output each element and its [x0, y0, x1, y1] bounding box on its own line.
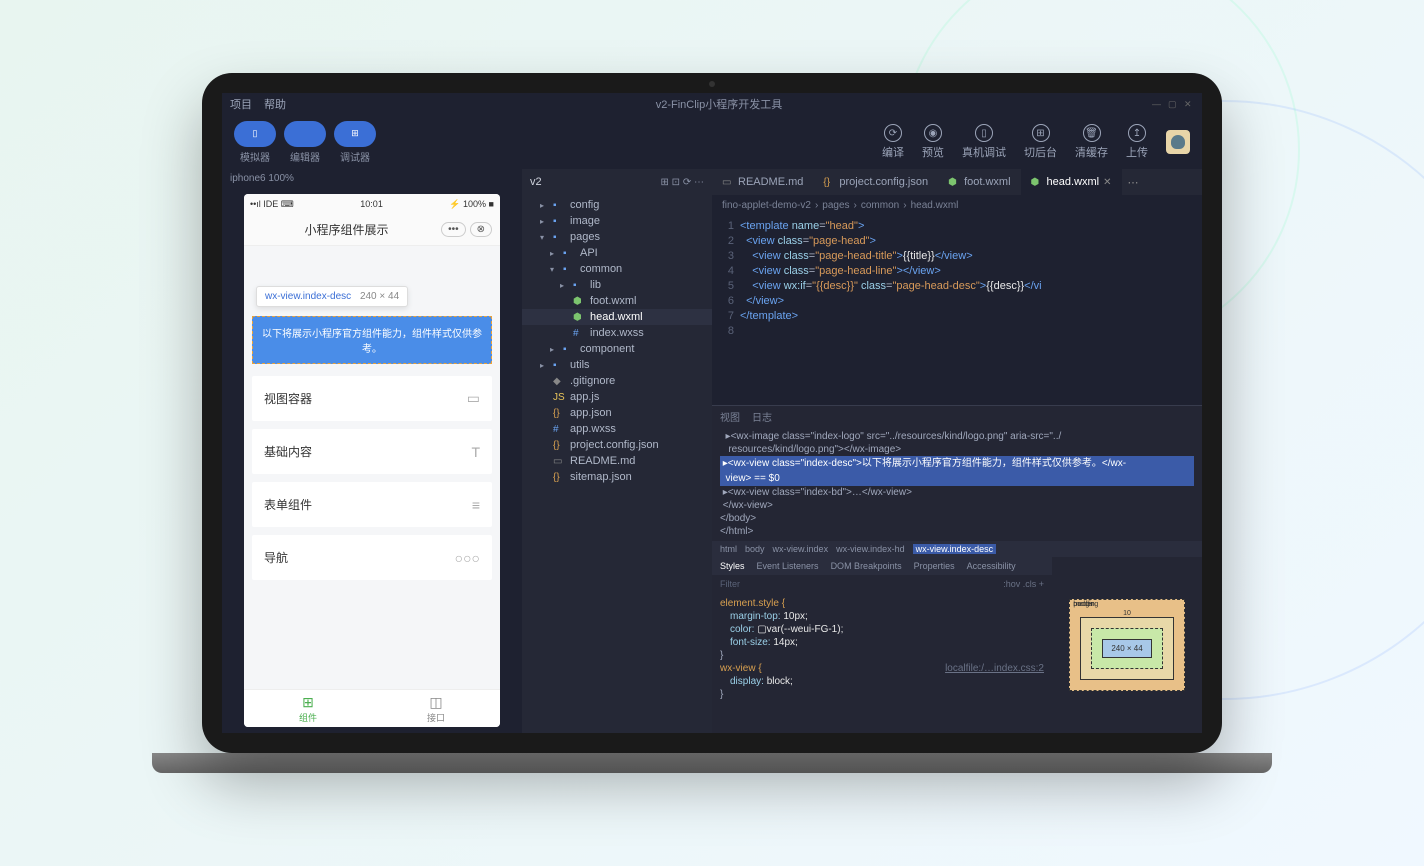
phone-frame: ••ıl IDE ⌨ 10:01 ⚡ 100% ■ 小程序组件展示 ••• ⊗ … [244, 194, 500, 727]
phone-tabbar: ⊞组件◫接口 [244, 689, 500, 727]
dom-breadcrumb[interactable]: htmlbodywx-view.indexwx-view.index-hdwx-… [712, 541, 1202, 557]
mode-button[interactable]: ▯ [234, 121, 276, 147]
capsule-close-button[interactable]: ⊗ [470, 222, 492, 237]
editor-panel: ▭README.md{}project.config.json⬢foot.wxm… [712, 169, 1202, 733]
tree-item[interactable]: ⬢foot.wxml [522, 293, 712, 309]
simulator-list-item[interactable]: 视图容器▭ [252, 376, 492, 421]
tree-item[interactable]: ▸▪config [522, 197, 712, 213]
breadcrumb[interactable]: fino-applet-demo-v2 › pages › common › h… [712, 195, 1202, 215]
tree-item[interactable]: ◆.gitignore [522, 373, 712, 389]
tree-item[interactable]: ▸▪lib [522, 277, 712, 293]
editor-tab[interactable]: ⬢head.wxml✕ [1021, 169, 1122, 195]
editor-tab[interactable]: {}project.config.json [813, 169, 938, 195]
dom-tree[interactable]: ▸<wx-image class="index-logo" src="../re… [712, 426, 1202, 541]
simulator-list-item[interactable]: 表单组件≡ [252, 482, 492, 527]
menu-help[interactable]: 帮助 [264, 96, 286, 112]
close-icon[interactable]: ✕ [1103, 177, 1111, 188]
tree-item[interactable]: ▾▪common [522, 261, 712, 277]
editor-tabs: ▭README.md{}project.config.json⬢foot.wxm… [712, 169, 1202, 195]
phone-statusbar: ••ıl IDE ⌨ 10:01 ⚡ 100% ■ [244, 194, 500, 214]
phone-navbar: 小程序组件展示 ••• ⊗ [244, 214, 500, 246]
menu-project[interactable]: 项目 [230, 96, 252, 112]
box-model: margin10 border padding 240 × 44 [1052, 557, 1202, 733]
ide-app: 项目 帮助 v2-FinClip小程序开发工具 —▢✕ ▯模拟器编辑器⊞调试器 … [222, 93, 1202, 733]
devtools-tabs[interactable]: 视图 日志 [712, 406, 1202, 426]
toolbar-action[interactable]: ◉预览 [922, 124, 944, 160]
tree-item[interactable]: JSapp.js [522, 389, 712, 405]
toolbar-action[interactable]: ⊞切后台 [1024, 124, 1057, 160]
tree-item[interactable]: #app.wxss [522, 421, 712, 437]
tabbar-item[interactable]: ⊞组件 [244, 690, 372, 727]
css-rules[interactable]: element.style {</span><span class="rule-… [712, 593, 1052, 733]
tree-item[interactable]: ▭README.md [522, 453, 712, 469]
editor-tab[interactable]: ⬢foot.wxml [938, 169, 1020, 195]
simulator-device-label: iphone6 100% [222, 169, 522, 188]
highlighted-element[interactable]: 以下将展示小程序官方组件能力，组件样式仅供参考。 [252, 316, 492, 364]
tree-item[interactable]: {}app.json [522, 405, 712, 421]
tabs-more-icon[interactable]: ⋯ [1122, 176, 1145, 189]
tree-item[interactable]: {}project.config.json [522, 437, 712, 453]
simulator-panel: iphone6 100% ••ıl IDE ⌨ 10:01 ⚡ 100% ■ 小… [222, 169, 522, 733]
tabbar-item[interactable]: ◫接口 [372, 690, 500, 727]
mode-button[interactable] [284, 121, 326, 147]
devtools-panel-tabs[interactable]: StylesEvent ListenersDOM BreakpointsProp… [712, 557, 1052, 575]
tree-item[interactable]: ▾▪pages [522, 229, 712, 245]
laptop-frame: 项目 帮助 v2-FinClip小程序开发工具 —▢✕ ▯模拟器编辑器⊞调试器 … [152, 73, 1272, 793]
toolbar-action[interactable]: ↥上传 [1126, 124, 1148, 160]
devtools: 视图 日志 ▸<wx-image class="index-logo" src=… [712, 405, 1202, 733]
tree-item[interactable]: ▸▪component [522, 341, 712, 357]
file-explorer: v2 ⊞ ⊡ ⟳ ⋯ ▸▪config▸▪image▾▪pages▸▪API▾▪… [522, 169, 712, 733]
avatar[interactable] [1166, 130, 1190, 154]
window-controls[interactable]: —▢✕ [1152, 99, 1194, 109]
tree-item[interactable]: ▸▪API [522, 245, 712, 261]
inspector-tooltip: wx-view.index-desc 240 × 44 [256, 286, 408, 307]
menubar: 项目 帮助 v2-FinClip小程序开发工具 —▢✕ [222, 93, 1202, 115]
tree-item[interactable]: ⬢head.wxml [522, 309, 712, 325]
phone-nav-title: 小程序组件展示 [305, 221, 389, 238]
simulator-list-item[interactable]: 导航○○○ [252, 535, 492, 580]
simulator-list-item[interactable]: 基础内容T [252, 429, 492, 474]
window-title: v2-FinClip小程序开发工具 [656, 96, 783, 112]
mode-button[interactable]: ⊞ [334, 121, 376, 147]
toolbar-action[interactable]: ▯真机调试 [962, 124, 1006, 160]
tree-item[interactable]: {}sitemap.json [522, 469, 712, 485]
explorer-actions[interactable]: ⊞ ⊡ ⟳ ⋯ [661, 177, 704, 188]
explorer-root: v2 [530, 176, 542, 188]
tree-item[interactable]: ▸▪utils [522, 357, 712, 373]
styles-filter[interactable]: Filter :hov .cls + [712, 575, 1052, 593]
toolbar-action[interactable]: 🗑清缓存 [1075, 124, 1108, 160]
toolbar-action[interactable]: ⟳编译 [882, 124, 904, 160]
toolbar: ▯模拟器编辑器⊞调试器 ⟳编译◉预览▯真机调试⊞切后台🗑清缓存↥上传 [222, 115, 1202, 169]
capsule-menu-button[interactable]: ••• [441, 222, 466, 237]
code-editor[interactable]: 12345678 <template name="head"> <view cl… [712, 215, 1202, 405]
tree-item[interactable]: #index.wxss [522, 325, 712, 341]
editor-tab[interactable]: ▭README.md [712, 169, 813, 195]
tree-item[interactable]: ▸▪image [522, 213, 712, 229]
